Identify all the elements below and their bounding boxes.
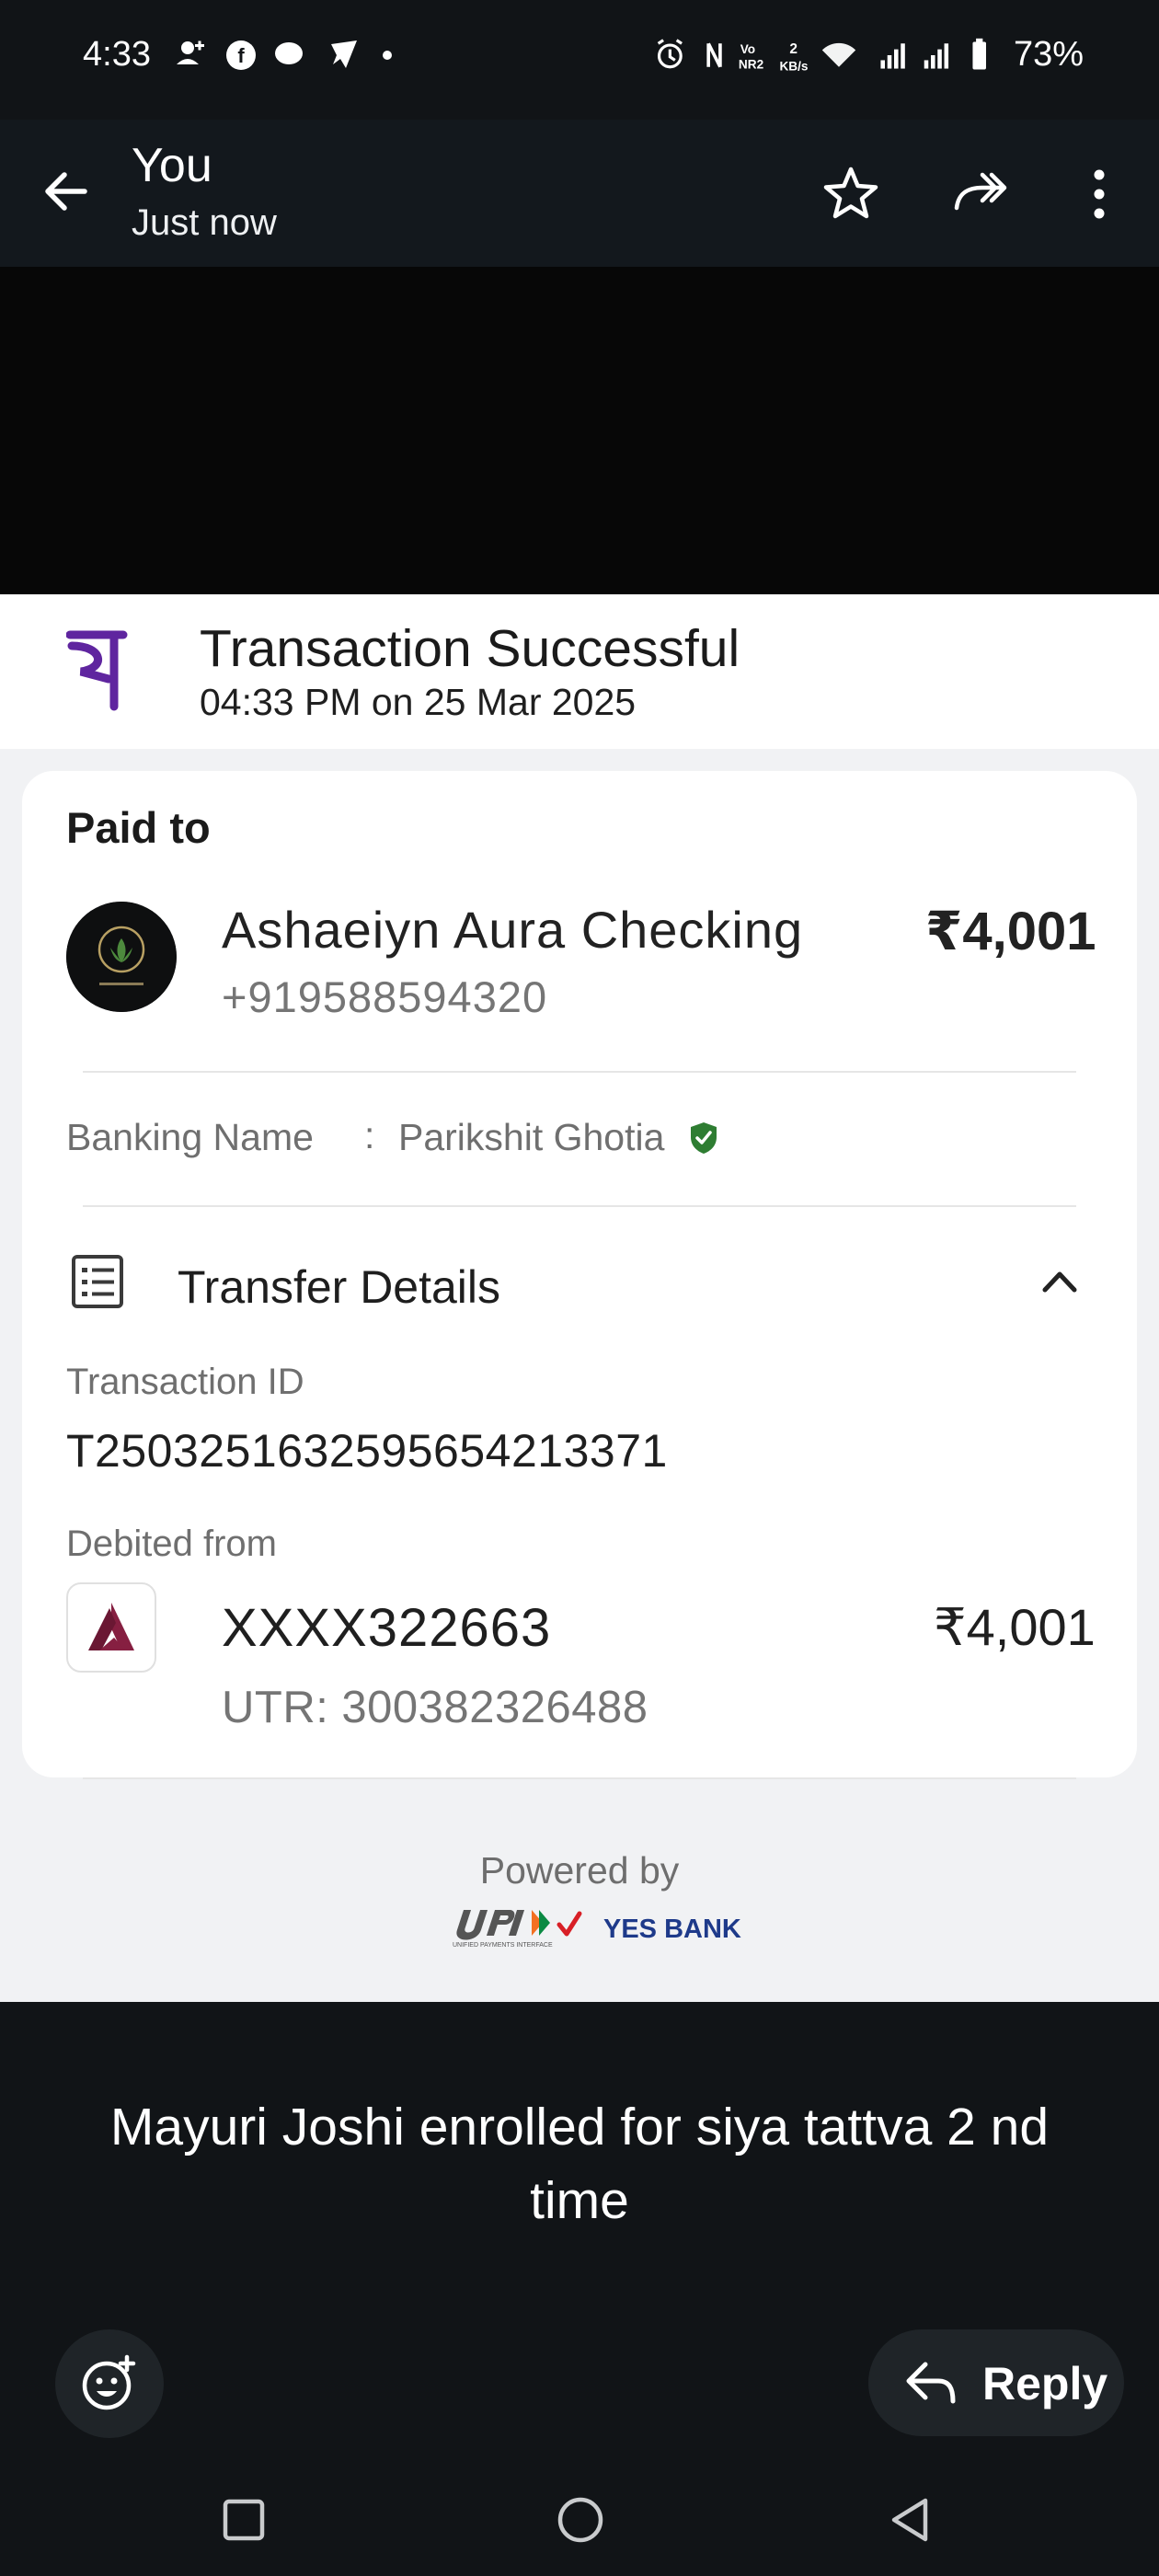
debited-from-label: Debited from xyxy=(66,1524,277,1564)
payee-phone: +919588594320 xyxy=(222,972,548,1021)
payee-avatar xyxy=(66,902,177,1012)
react-emoji-button[interactable] xyxy=(55,2329,164,2438)
sender-name: You xyxy=(132,139,212,192)
system-status-icons: Vo NR2 2 KB/s xyxy=(657,38,986,73)
svg-text:2: 2 xyxy=(789,41,798,57)
debited-account-number: XXXX322663 xyxy=(222,1598,552,1658)
back-arrow-icon[interactable] xyxy=(39,164,94,219)
add-reaction-icon xyxy=(82,2354,136,2410)
transaction-id-label: Transaction ID xyxy=(66,1362,304,1402)
banking-name-value: Parikshit Ghotia xyxy=(398,1116,665,1158)
notification-icons: f xyxy=(177,40,357,70)
verified-shield-icon xyxy=(691,1122,717,1154)
divider xyxy=(83,1205,1076,1207)
forward-icon[interactable] xyxy=(951,166,1012,221)
phonepe-logo-icon xyxy=(66,630,128,711)
svg-text:NR2: NR2 xyxy=(739,58,764,72)
yes-bank-logo: YES BANK xyxy=(603,1915,741,1944)
transfer-details-icon xyxy=(72,1255,123,1308)
utr-number: UTR: 300382326488 xyxy=(222,1683,648,1732)
svg-text:KB/s: KB/s xyxy=(779,59,808,73)
back-nav-icon[interactable] xyxy=(887,2495,933,2545)
payee-name: Ashaeiyn Aura Checking xyxy=(222,901,804,959)
divider xyxy=(83,1071,1076,1073)
bank-logo xyxy=(66,1582,156,1673)
more-options-icon[interactable] xyxy=(1085,164,1113,224)
payee-logo-icon xyxy=(66,902,177,1012)
chevron-up-icon[interactable] xyxy=(1038,1262,1082,1299)
divider xyxy=(83,1777,1076,1779)
banking-name-separator: : xyxy=(364,1114,375,1156)
transaction-datetime: 04:33 PM on 25 Mar 2025 xyxy=(200,681,637,723)
powered-by-label: Powered by xyxy=(479,1849,680,1892)
battery-percentage: 73% xyxy=(1014,35,1084,74)
svg-text:f: f xyxy=(237,44,245,67)
home-icon[interactable] xyxy=(556,2495,605,2545)
upi-logo-icon: UNIFIED PAYMENTS INTERFACE xyxy=(453,1910,582,1949)
banking-name-label: Banking Name xyxy=(66,1116,314,1158)
dot-indicator-icon xyxy=(383,51,392,60)
payment-amount: ₹4,001 xyxy=(925,902,1096,961)
reply-label[interactable]: Reply xyxy=(982,2357,1107,2410)
paid-to-label: Paid to xyxy=(66,803,211,852)
status-time: 4:33 xyxy=(83,35,151,74)
reply-icon xyxy=(906,2362,956,2404)
message-timestamp: Just now xyxy=(132,202,277,243)
debited-amount: ₹4,001 xyxy=(934,1598,1096,1656)
svg-text:Vo: Vo xyxy=(740,42,755,56)
star-icon[interactable] xyxy=(820,164,881,224)
message-caption: Mayuri Joshi enrolled for siya tattva 2 … xyxy=(109,2098,1050,2230)
transaction-status: Transaction Successful xyxy=(200,619,740,678)
dimmed-background xyxy=(0,267,1159,594)
svg-text:UNIFIED PAYMENTS INTERFACE: UNIFIED PAYMENTS INTERFACE xyxy=(453,1942,553,1949)
transaction-id-value: T2503251632595654213371 xyxy=(66,1425,668,1477)
recents-icon[interactable] xyxy=(221,2497,267,2543)
transfer-details-title: Transfer Details xyxy=(178,1261,501,1313)
axis-bank-icon xyxy=(88,1603,134,1650)
